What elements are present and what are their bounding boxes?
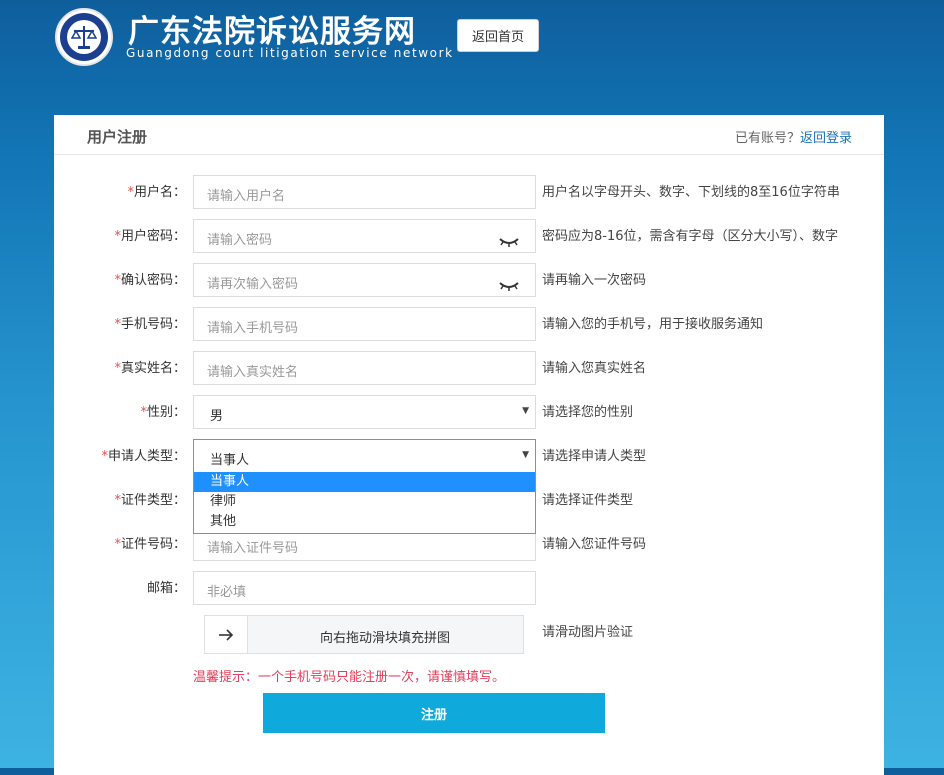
gender-select[interactable]: 男 ▼ bbox=[193, 395, 536, 429]
warning-text: 温馨提示：一个手机号码只能注册一次，请谨慎填写。 bbox=[193, 670, 506, 685]
phone-hint: 请输入您的手机号，用于接收服务通知 bbox=[542, 317, 764, 332]
slider-captcha[interactable]: 向右拖动滑块填充拼图 bbox=[204, 615, 524, 654]
court-emblem-logo bbox=[55, 8, 113, 66]
applicant-type-options: 当事人 律师 其他 bbox=[193, 472, 536, 534]
confirm-password-input[interactable]: 请再次输入密码 bbox=[193, 263, 536, 297]
id-type-hint: 请选择证件类型 bbox=[542, 493, 634, 508]
arrow-right-icon bbox=[219, 628, 234, 641]
back-login-link[interactable]: 返回登录 bbox=[800, 131, 852, 146]
option-other[interactable]: 其他 bbox=[194, 512, 535, 532]
card-header: 用户注册 已有账号？返回登录 bbox=[54, 115, 884, 155]
id-number-hint: 请输入您证件号码 bbox=[542, 537, 647, 552]
confirm-password-hint: 请再输入一次密码 bbox=[542, 273, 647, 288]
slider-hint: 请滑动图片验证 bbox=[542, 625, 634, 640]
site-header: 广东法院诉讼服务网 Guangdong court litigation ser… bbox=[0, 0, 944, 110]
gender-hint: 请选择您的性别 bbox=[542, 405, 634, 420]
gender-label: *性别： bbox=[140, 405, 186, 420]
username-hint: 用户名以字母开头、数字、下划线的8至16位字符串 bbox=[542, 185, 840, 200]
applicant-type-label: *申请人类型： bbox=[101, 449, 186, 464]
option-lawyer[interactable]: 律师 bbox=[194, 492, 535, 512]
realname-label: *真实姓名： bbox=[114, 361, 186, 376]
username-input[interactable]: 请输入用户名 bbox=[193, 175, 536, 209]
slider-text: 向右拖动滑块填充拼图 bbox=[319, 631, 450, 646]
register-card: 用户注册 已有账号？返回登录 *用户名： 请输入用户名 用户名以字母开头、数字、… bbox=[54, 115, 884, 775]
applicant-type-hint: 请选择申请人类型 bbox=[542, 449, 647, 464]
id-number-label: *证件号码： bbox=[114, 537, 186, 552]
register-button[interactable]: 注册 bbox=[263, 693, 605, 733]
confirm-password-label: *确认密码： bbox=[114, 273, 186, 288]
password-hint: 密码应为8-16位，需含有字母（区分大小写）、数字 bbox=[542, 229, 839, 244]
toggle-visibility-icon[interactable] bbox=[499, 276, 519, 295]
have-account-text: 已有账号？ bbox=[734, 131, 800, 146]
email-input[interactable]: 非必填 bbox=[193, 571, 536, 605]
option-party[interactable]: 当事人 bbox=[194, 472, 535, 492]
username-label: *用户名： bbox=[127, 185, 186, 200]
applicant-type-select[interactable]: 当事人 ▼ bbox=[193, 439, 536, 473]
page-title: 用户注册 bbox=[87, 128, 148, 146]
password-input[interactable]: 请输入密码 bbox=[193, 219, 536, 253]
login-prompt: 已有账号？返回登录 bbox=[735, 127, 852, 146]
back-home-button[interactable]: 返回首页 bbox=[457, 19, 539, 52]
site-title: 广东法院诉讼服务网 bbox=[128, 14, 416, 50]
dropdown-arrow-icon: ▼ bbox=[522, 450, 529, 460]
realname-hint: 请输入您真实姓名 bbox=[542, 361, 647, 376]
dropdown-arrow-icon: ▼ bbox=[522, 406, 529, 416]
id-type-label: *证件类型： bbox=[114, 493, 186, 508]
email-label: 邮箱： bbox=[146, 581, 186, 596]
phone-label: *手机号码： bbox=[114, 317, 186, 332]
realname-input[interactable]: 请输入真实姓名 bbox=[193, 351, 536, 385]
slider-handle[interactable] bbox=[205, 616, 248, 653]
phone-input[interactable]: 请输入手机号码 bbox=[193, 307, 536, 341]
site-subtitle: Guangdong court litigation service netwo… bbox=[126, 46, 454, 60]
toggle-visibility-icon[interactable] bbox=[499, 232, 519, 251]
password-label: *用户密码： bbox=[114, 229, 186, 244]
